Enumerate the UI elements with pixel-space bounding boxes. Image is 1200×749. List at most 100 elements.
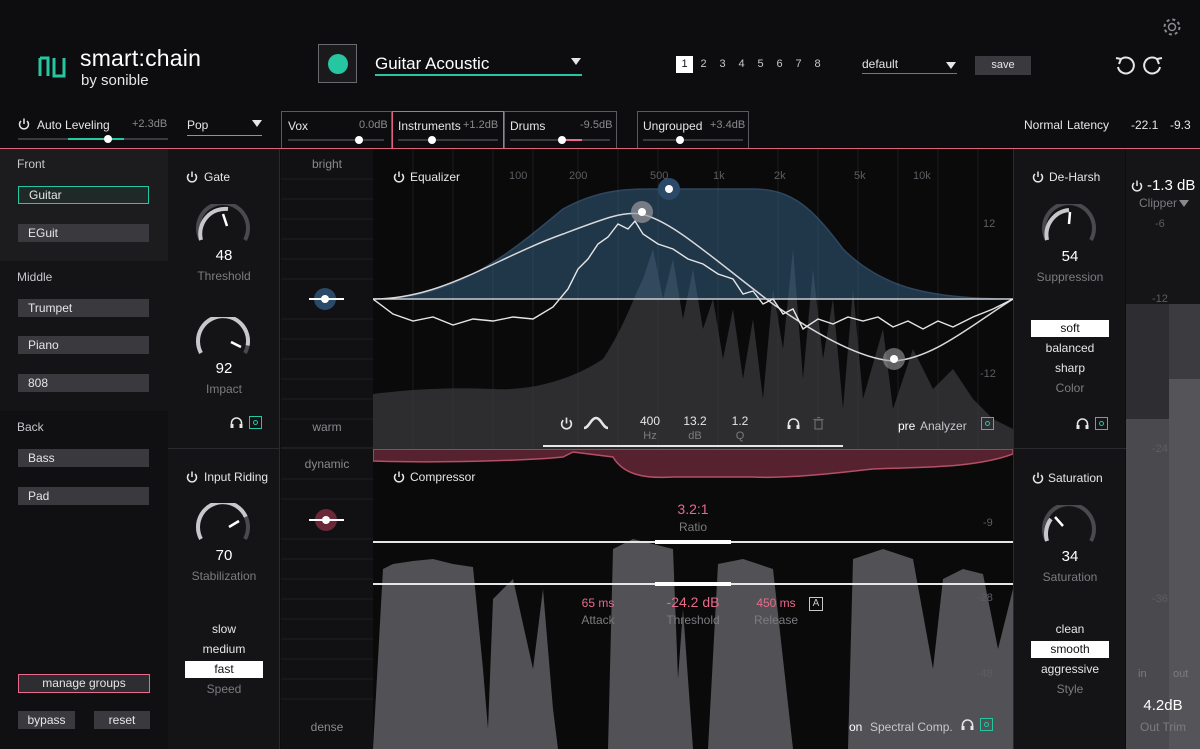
style-aggressive[interactable]: aggressive (1031, 661, 1109, 678)
gate-power-icon[interactable] (186, 171, 198, 183)
undo-icon[interactable] (1114, 54, 1136, 76)
input-riding-power-icon[interactable] (186, 471, 198, 483)
ratio-value[interactable]: 3.2:1 (663, 501, 723, 517)
track-trumpet[interactable]: Trumpet (18, 299, 149, 317)
group-instruments[interactable]: Instruments +1.2dB (392, 111, 504, 148)
analyzer-pre-label[interactable]: pre (898, 419, 915, 433)
spectral-on-label[interactable]: on (849, 720, 862, 734)
speed-fast[interactable]: fast (185, 661, 263, 678)
eq-power-icon[interactable] (393, 171, 405, 183)
style-clean[interactable]: clean (1031, 621, 1109, 638)
clipper-dropdown-icon[interactable] (1179, 200, 1189, 207)
slot-8[interactable]: 8 (809, 56, 826, 73)
auto-release-badge[interactable]: A (809, 597, 823, 611)
saturation-power-icon[interactable] (1032, 472, 1044, 484)
gear-icon[interactable] (1162, 17, 1182, 37)
genre-select[interactable]: Pop (187, 118, 208, 132)
speed-slow[interactable]: slow (185, 621, 263, 638)
eq-q-value[interactable]: 1.2 (725, 414, 755, 428)
track-pad[interactable]: Pad (18, 487, 149, 505)
color-sharp[interactable]: sharp (1031, 360, 1109, 377)
input-riding-stabilization-knob[interactable] (193, 503, 253, 543)
deharsh-sidechain-icon[interactable] (1095, 417, 1108, 430)
eq-gain-value[interactable]: 13.2 (678, 414, 712, 428)
preset-dropdown-icon[interactable] (571, 58, 581, 65)
deharsh-power-icon[interactable] (1032, 171, 1044, 183)
manage-groups-button[interactable]: manage groups (18, 674, 150, 693)
reset-button[interactable]: reset (94, 711, 150, 729)
eq-band-delete-icon[interactable] (813, 417, 824, 430)
clipper-power-icon[interactable] (1131, 180, 1143, 192)
eq-band-shape-icon[interactable] (583, 416, 609, 430)
slot-1[interactable]: 1 (676, 56, 693, 73)
preset-name[interactable]: Guitar Acoustic (375, 54, 489, 74)
slot-2[interactable]: 2 (695, 56, 712, 73)
eq-freq-500: 500 (650, 170, 669, 182)
auto-leveling-slider[interactable] (18, 135, 168, 143)
smartchain-logo-icon (38, 56, 66, 78)
track-guitar[interactable]: Guitar (18, 186, 149, 204)
track-eguit[interactable]: EGuit (18, 224, 149, 242)
color-balanced[interactable]: balanced (1031, 340, 1109, 357)
group-ungrouped-slider[interactable] (643, 136, 743, 144)
group-ungrouped[interactable]: Ungrouped +3.4dB (637, 111, 749, 148)
profile-select[interactable]: default (862, 57, 898, 71)
auto-leveling-label: Auto Leveling (37, 118, 110, 132)
track-bass[interactable]: Bass (18, 449, 149, 467)
eq-freq-value[interactable]: 400 (635, 414, 665, 428)
compressor-power-icon[interactable] (393, 471, 405, 483)
eq-band-power-icon[interactable] (560, 417, 573, 430)
track-piano[interactable]: Piano (18, 336, 149, 354)
eq-sidechain-icon[interactable] (981, 417, 994, 430)
gate-threshold-knob[interactable] (193, 204, 253, 244)
auto-leveling-power-icon[interactable] (18, 118, 30, 130)
compressor-title: Compressor (410, 470, 476, 484)
mode-label[interactable]: Normal (1024, 118, 1063, 132)
comp-headphones-icon[interactable] (961, 719, 974, 731)
group-instruments-slider[interactable] (398, 136, 498, 144)
group-drums-slider[interactable] (510, 136, 610, 144)
saturation-knob[interactable] (1039, 505, 1099, 545)
right-modules: De-Harsh 54 Suppression soft balanced sh… (1013, 149, 1126, 749)
save-button[interactable]: save (975, 56, 1031, 75)
group-drums[interactable]: Drums -9.5dB (504, 111, 617, 148)
slot-5[interactable]: 5 (752, 56, 769, 73)
suppression-knob[interactable] (1039, 204, 1099, 244)
gate-headphones-icon[interactable] (230, 417, 243, 429)
record-button[interactable] (318, 44, 357, 83)
out-scale-minus36: -36 (1152, 593, 1168, 605)
auto-leveling-knob[interactable] (104, 135, 112, 143)
slot-3[interactable]: 3 (714, 56, 731, 73)
gate-sidechain-icon[interactable] (249, 416, 262, 429)
speed-medium[interactable]: medium (185, 641, 263, 658)
gate-impact-knob[interactable] (193, 317, 253, 357)
track-808[interactable]: 808 (18, 374, 149, 392)
style-smooth[interactable]: smooth (1031, 641, 1109, 658)
attack-value[interactable]: 65 ms (573, 596, 623, 610)
slot-7[interactable]: 7 (790, 56, 807, 73)
profile-dropdown-icon[interactable] (946, 62, 956, 69)
group-vox[interactable]: Vox 0.0dB (281, 111, 392, 148)
input-riding-title: Input Riding (204, 470, 269, 484)
out-scale-minus6: -6 (1155, 218, 1165, 230)
slot-4[interactable]: 4 (733, 56, 750, 73)
slot-6[interactable]: 6 (771, 56, 788, 73)
eq-band-headphones-icon[interactable] (787, 418, 800, 430)
genre-dropdown-icon[interactable] (252, 120, 262, 127)
release-value[interactable]: 450 ms (751, 596, 801, 610)
deharsh-headphones-icon[interactable] (1076, 418, 1089, 430)
eq-graph[interactable] (373, 149, 1013, 449)
tone-bright-label: bright (311, 157, 343, 171)
out-trim-value[interactable]: 4.2dB (1126, 697, 1200, 714)
bypass-button[interactable]: bypass (18, 711, 75, 729)
clipper-value[interactable]: -1.3 dB (1147, 177, 1195, 194)
group-vox-slider[interactable] (288, 136, 384, 144)
color-soft[interactable]: soft (1031, 320, 1109, 337)
comp-threshold-value[interactable]: -24.2 dB (653, 594, 733, 610)
meter-right-value: -9.3 (1170, 118, 1191, 132)
group-strip: Auto Leveling +2.3dB Pop Vox 0.0dB Instr… (0, 110, 1200, 149)
gate-title: Gate (204, 170, 231, 184)
comp-sidechain-icon[interactable] (980, 718, 993, 731)
redo-icon[interactable] (1142, 54, 1164, 76)
gate-threshold-label: Threshold (197, 269, 251, 283)
